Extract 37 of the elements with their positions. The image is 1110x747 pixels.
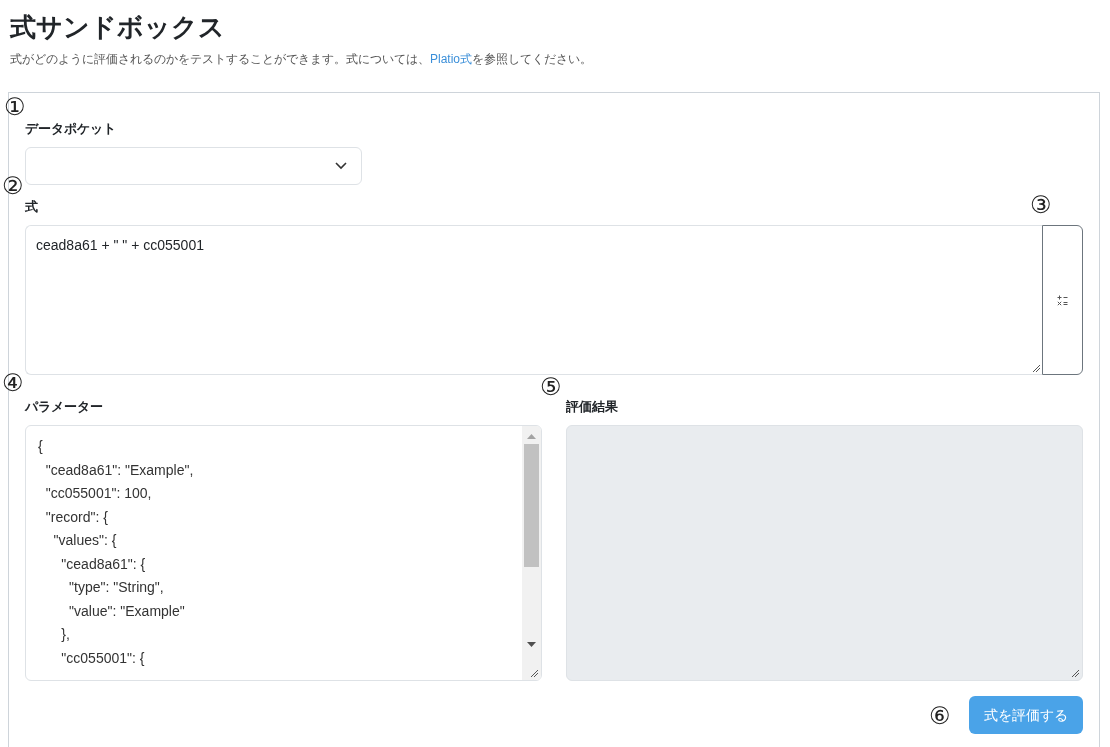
field-label: データポケット [25,120,116,138]
code-line: }, [60,625,70,644]
step-number: ① [4,94,26,120]
code-line: "record": { [44,507,108,527]
code-line: "type": "String", [68,578,164,597]
code-line: "cc055001": 100, [44,484,152,503]
field-label: 評価結果 [566,398,618,416]
parameters-textarea[interactable]: { "cead8a61": "Example", "cc055001": 100, "record": { "values": { "cead8a61": { "type": "String", "value": "Example" }, "cc055001": { [25,425,542,681]
step-number: ⑥ [929,703,951,729]
code-line: "cead8a61": "Example", [44,460,194,480]
calculator-symbols-icon [1057,294,1068,306]
expression-text: cead8a61 + " " + cc055001 [36,236,205,255]
resize-handle-icon [1032,364,1040,372]
code-line: { [38,437,43,456]
scroll-down-icon[interactable] [527,642,536,647]
scrollbar[interactable] [522,426,541,680]
step-number: ④ [2,370,24,396]
scrollbar-thumb[interactable] [524,444,539,567]
step-number: ③ [1030,192,1052,218]
resize-handle-icon [1071,669,1079,677]
scroll-up-icon[interactable] [527,434,536,439]
code-line: "cc055001": { [60,648,145,668]
resize-handle-icon [530,669,538,677]
step-number: ⑤ [540,374,562,400]
code-line: "cead8a61": { [60,554,146,574]
expression-textarea[interactable]: cead8a61 + " " + cc055001 [25,225,1042,375]
step-number: ② [2,173,24,199]
code-line: "values": { [52,531,117,550]
field-label: パラメーター [25,398,103,416]
field-label: 式 [25,198,38,216]
data-pocket-select[interactable] [25,147,362,185]
page-description: 式がどのように評価されるのかをテストすることができます。式については、Platio式を参照してください。 [10,51,594,68]
chevron-down-icon [335,162,347,170]
function-button[interactable] [1042,225,1083,375]
code-line: "value": "Example" [68,601,185,621]
platio-expression-link[interactable]: Platio式 [430,52,473,66]
page-title: 式サンドボックス [10,11,226,44]
